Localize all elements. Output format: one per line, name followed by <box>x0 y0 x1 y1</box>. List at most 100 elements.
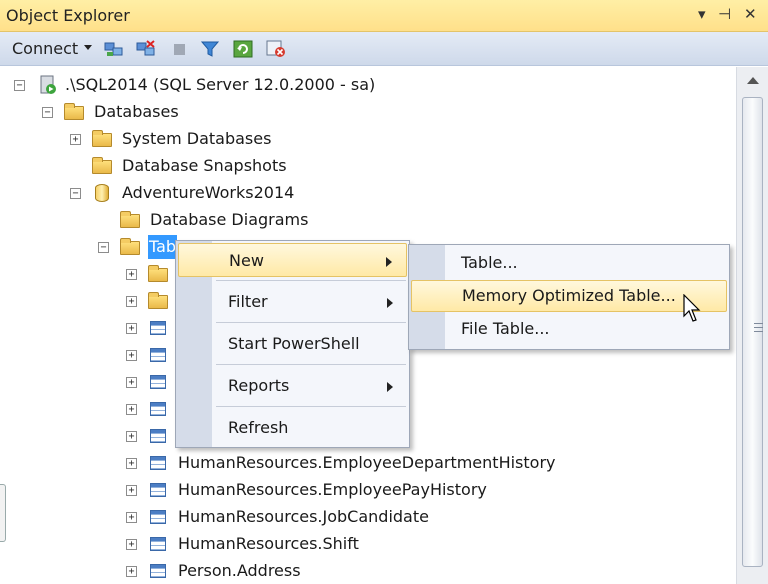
table-icon <box>150 564 166 578</box>
folder-icon <box>148 265 168 282</box>
grip-line <box>754 331 763 332</box>
collapse-icon[interactable]: − <box>42 107 53 118</box>
collapse-icon[interactable]: − <box>70 188 81 199</box>
tree-node-system-databases[interactable]: + System Databases <box>0 127 300 151</box>
table-row[interactable]: + HumanResources.Shift <box>0 532 600 556</box>
expand-icon[interactable]: + <box>126 431 137 442</box>
table-row[interactable]: + HumanResources.JobCandidate <box>0 505 600 529</box>
table-row[interactable]: + HumanResources.EmployeePayHistory <box>0 478 600 502</box>
connect-dropdown-arrow-icon[interactable] <box>84 45 92 50</box>
expand-icon[interactable]: + <box>126 539 137 550</box>
tree-node-adventureworks2014[interactable]: − AdventureWorks2014 <box>0 181 320 205</box>
table-icon <box>150 321 166 335</box>
tree-node-system-tables[interactable]: + <box>0 262 180 286</box>
table-icon <box>150 348 166 362</box>
expand-icon[interactable]: + <box>126 296 137 307</box>
table-row[interactable]: + <box>0 343 180 367</box>
menu-item-filter[interactable]: Filter <box>178 285 407 319</box>
database-diagrams-label: Database Diagrams <box>150 210 309 229</box>
folder-icon <box>92 130 112 147</box>
menu-item-new-table[interactable]: Table... <box>411 247 727 279</box>
menu-item-refresh-label: Refresh <box>228 418 289 437</box>
tree-node-database-snapshots[interactable]: Database Snapshots <box>0 154 300 178</box>
stop-icon[interactable] <box>170 40 190 58</box>
vertical-scrollbar[interactable] <box>736 67 768 584</box>
submenu-arrow-icon <box>386 257 392 267</box>
table-row[interactable]: + <box>0 316 180 340</box>
table-icon <box>150 375 166 389</box>
menu-item-file-table-label: File Table... <box>461 319 550 338</box>
mouse-cursor-icon <box>683 294 701 322</box>
disconnect-icon[interactable] <box>136 40 156 58</box>
folder-icon <box>120 211 140 228</box>
database-icon <box>95 184 109 202</box>
expand-icon[interactable]: + <box>126 566 137 577</box>
table-icon <box>150 402 166 416</box>
system-databases-label: System Databases <box>122 129 272 148</box>
table-row[interactable]: + HumanResources.EmployeeDepartmentHisto… <box>0 451 600 475</box>
expand-icon[interactable]: + <box>126 512 137 523</box>
table-row[interactable]: + <box>0 370 180 394</box>
expand-icon[interactable]: + <box>70 134 81 145</box>
menu-item-refresh[interactable]: Refresh <box>178 411 407 445</box>
table-row[interactable]: + Person.Address <box>0 559 600 583</box>
table-name-label: HumanResources.EmployeeDepartmentHistory <box>178 453 556 472</box>
table-icon <box>150 483 166 497</box>
folder-icon <box>64 103 84 120</box>
left-edge-tab <box>0 484 6 542</box>
tree-node-database-diagrams[interactable]: Database Diagrams <box>0 208 320 232</box>
menu-item-memory-optimized-table-label: Memory Optimized Table... <box>462 286 676 305</box>
table-name-label: HumanResources.JobCandidate <box>178 507 429 526</box>
scroll-up-arrow-icon[interactable] <box>747 77 759 84</box>
tree-node-file-tables[interactable]: + <box>0 289 180 313</box>
tree-node-databases[interactable]: − Databases <box>0 100 300 124</box>
auto-hide-pin-icon[interactable]: ⊣ <box>718 4 731 24</box>
expand-icon[interactable]: + <box>126 350 137 361</box>
menu-item-file-table[interactable]: File Table... <box>411 313 727 345</box>
window-position-dropdown-icon[interactable]: ▾ <box>698 4 706 24</box>
expand-icon[interactable]: + <box>126 458 137 469</box>
collapse-icon[interactable]: − <box>14 80 25 91</box>
databases-label: Databases <box>94 102 179 121</box>
new-submenu: Table... Memory Optimized Table... File … <box>408 244 730 350</box>
tables-label: Tab <box>148 235 178 259</box>
table-row[interactable]: + <box>0 397 180 421</box>
menu-item-memory-optimized-table[interactable]: Memory Optimized Table... <box>411 280 727 312</box>
connect-button[interactable]: Connect <box>12 39 78 58</box>
menu-separator <box>216 280 406 281</box>
adventureworks-label: AdventureWorks2014 <box>122 183 295 202</box>
close-icon[interactable]: ✕ <box>744 4 757 24</box>
menu-separator <box>216 322 406 323</box>
menu-item-reports-label: Reports <box>228 376 290 395</box>
stop-powershell-icon[interactable] <box>266 40 286 58</box>
menu-item-new-label: New <box>229 251 264 270</box>
server-icon <box>40 75 56 94</box>
filter-icon[interactable] <box>200 40 220 58</box>
menu-item-filter-label: Filter <box>228 292 268 311</box>
expand-icon[interactable]: + <box>126 377 137 388</box>
folder-icon <box>92 157 112 174</box>
folder-icon <box>120 238 140 255</box>
database-snapshots-label: Database Snapshots <box>122 156 287 175</box>
grip-line <box>754 323 763 324</box>
object-explorer-toolbar: Connect <box>0 32 768 66</box>
expand-icon[interactable]: + <box>126 269 137 280</box>
expand-icon[interactable]: + <box>126 485 137 496</box>
refresh-icon[interactable] <box>233 40 253 58</box>
menu-item-new[interactable]: New <box>178 243 407 277</box>
grip-line <box>754 327 763 328</box>
expand-icon[interactable]: + <box>126 404 137 415</box>
table-row[interactable]: + <box>0 424 180 448</box>
window-title: Object Explorer <box>6 6 130 25</box>
menu-item-reports[interactable]: Reports <box>178 369 407 403</box>
table-icon <box>150 456 166 470</box>
table-icon <box>150 510 166 524</box>
connect-object-explorer-icon[interactable] <box>104 40 124 58</box>
collapse-icon[interactable]: − <box>98 242 109 253</box>
scrollbar-thumb[interactable] <box>742 97 763 567</box>
tree-node-server[interactable]: − .\SQL2014 (SQL Server 12.0.2000 - sa) <box>0 73 500 97</box>
menu-item-start-powershell[interactable]: Start PowerShell <box>178 327 407 361</box>
expand-icon[interactable]: + <box>126 323 137 334</box>
menu-item-start-powershell-label: Start PowerShell <box>228 334 360 353</box>
table-name-label: Person.Address <box>178 561 301 580</box>
